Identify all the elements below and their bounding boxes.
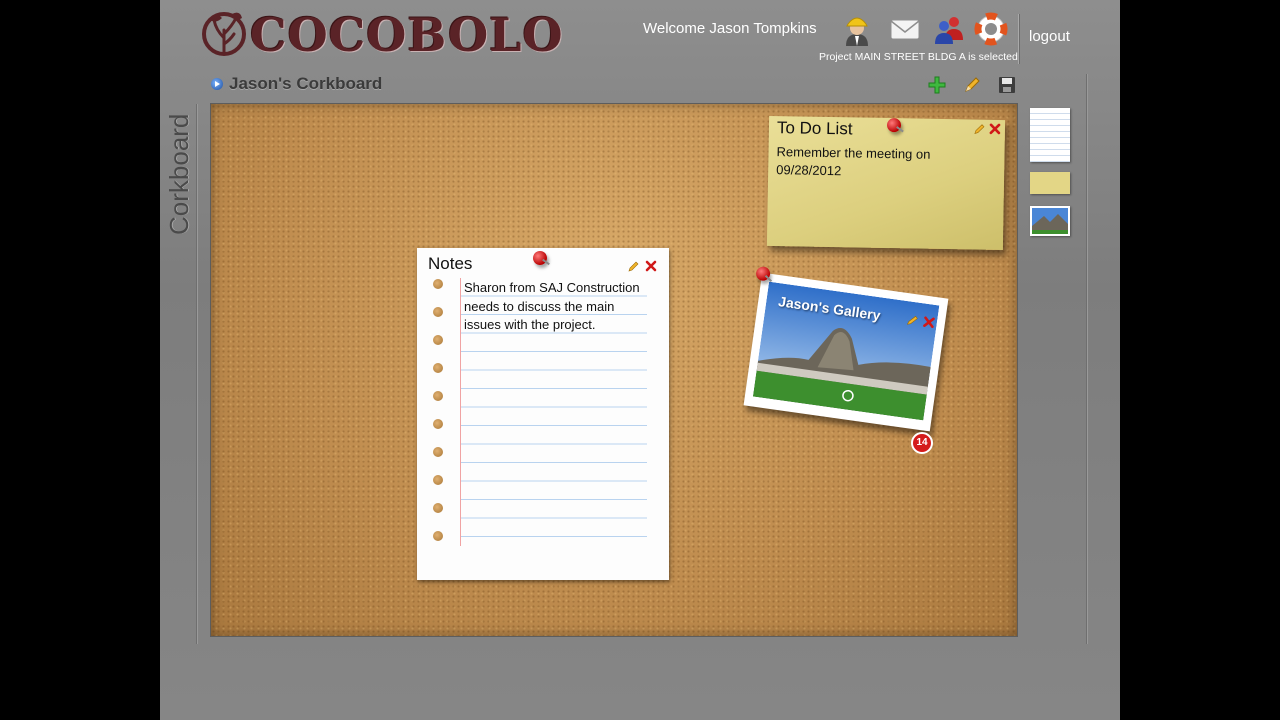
close-icon[interactable] (922, 315, 936, 329)
mail-icon[interactable] (888, 12, 922, 46)
binder-hole (433, 531, 443, 541)
right-divider (1086, 74, 1088, 644)
header-divider (1018, 14, 1020, 64)
thumbnail-gallery[interactable] (1030, 206, 1070, 236)
pushpin-icon (755, 265, 771, 282)
save-disk-icon[interactable] (997, 75, 1017, 95)
binder-hole (433, 279, 443, 289)
brand-logo[interactable]: COCOBOLO (202, 4, 563, 66)
brand-name: COCOBOLO (250, 8, 564, 62)
gallery-card[interactable]: Jason's Gallery (743, 265, 949, 432)
pushpin-icon (886, 118, 902, 133)
app-window: COCOBOLO Welcome Jason Tompkins Project … (160, 0, 1120, 720)
left-divider (196, 104, 198, 644)
binder-hole (433, 335, 443, 345)
pushpin-icon (533, 251, 547, 265)
mountain-thumb-image (1032, 208, 1068, 234)
photo-count-badge: 14 (911, 432, 933, 454)
corkboard[interactable]: Notes Sharon from SAJ Construction needs… (210, 103, 1018, 637)
thumbnail-todo[interactable] (1030, 172, 1070, 194)
project-status: Project MAIN STREET BLDG A is selected (819, 51, 1018, 63)
tree-logo-icon (202, 12, 246, 56)
notes-body: Sharon from SAJ Construction needs to di… (464, 280, 640, 332)
binder-hole (433, 447, 443, 457)
play-bullet-icon (211, 78, 223, 90)
binder-hole (433, 307, 443, 317)
board-title: Jason's Corkboard (229, 74, 383, 93)
notes-card[interactable]: Notes Sharon from SAJ Construction needs… (417, 248, 669, 580)
todo-body: Remember the meeting on 09/28/2012 (776, 144, 931, 179)
binder-hole (433, 391, 443, 401)
worker-avatar-icon[interactable] (840, 12, 874, 46)
binder-hole (433, 475, 443, 485)
board-title-bar: Jason's Corkboard (207, 70, 1019, 100)
side-label: Corkboard (164, 113, 194, 235)
edit-pencil-icon[interactable] (628, 260, 640, 272)
welcome-message: Welcome Jason Tompkins (643, 20, 817, 37)
notes-title: Notes (428, 254, 473, 273)
help-lifebuoy-icon[interactable] (974, 12, 1008, 46)
binder-hole (433, 363, 443, 373)
todo-card[interactable]: To Do List Remember the meeting on 09/28… (766, 115, 1006, 251)
close-icon[interactable] (645, 260, 657, 272)
edit-pencil-icon[interactable] (906, 313, 920, 327)
users-icon[interactable] (932, 12, 966, 46)
todo-title: To Do List (776, 118, 853, 139)
add-icon[interactable] (927, 75, 947, 95)
edit-pencil-icon[interactable] (974, 123, 986, 135)
logout-link[interactable]: logout (1029, 28, 1070, 45)
binder-hole (433, 419, 443, 429)
close-icon[interactable] (989, 123, 1001, 135)
thumbnail-notes[interactable] (1030, 108, 1070, 162)
edit-pencil-icon[interactable] (962, 75, 982, 95)
binder-hole (433, 503, 443, 513)
